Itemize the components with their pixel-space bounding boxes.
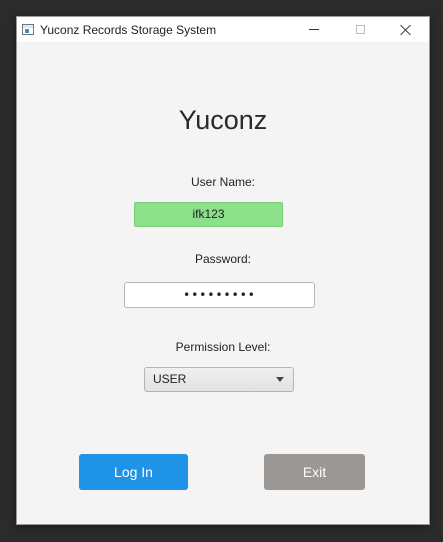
close-icon <box>400 24 412 36</box>
exit-button[interactable]: Exit <box>264 454 365 490</box>
permission-level-label: Permission Level: <box>175 340 271 354</box>
password-label: Password: <box>194 252 252 266</box>
close-button[interactable] <box>383 17 429 42</box>
ide-code-line <box>0 2 443 14</box>
password-field[interactable]: ••••••••• <box>124 282 315 308</box>
permission-level-value: USER <box>153 372 187 386</box>
app-heading: Yuconz <box>178 105 268 135</box>
username-field[interactable]: ifk123 <box>134 202 283 227</box>
chevron-down-icon <box>276 377 284 382</box>
login-button[interactable]: Log In <box>79 454 188 490</box>
login-window: Yuconz Records Storage System Yuconz Use… <box>17 17 429 524</box>
minimize-button[interactable] <box>291 17 337 42</box>
maximize-icon <box>355 25 365 34</box>
maximize-button[interactable] <box>337 17 383 42</box>
username-label: User Name: <box>190 175 255 189</box>
login-form: Yuconz User Name: ifk123 Password: •••••… <box>17 42 429 524</box>
permission-level-select[interactable]: USER <box>144 367 294 392</box>
minimize-icon <box>309 29 319 30</box>
app-window-icon <box>22 24 34 35</box>
title-bar[interactable]: Yuconz Records Storage System <box>17 17 429 42</box>
window-title: Yuconz Records Storage System <box>40 22 217 37</box>
